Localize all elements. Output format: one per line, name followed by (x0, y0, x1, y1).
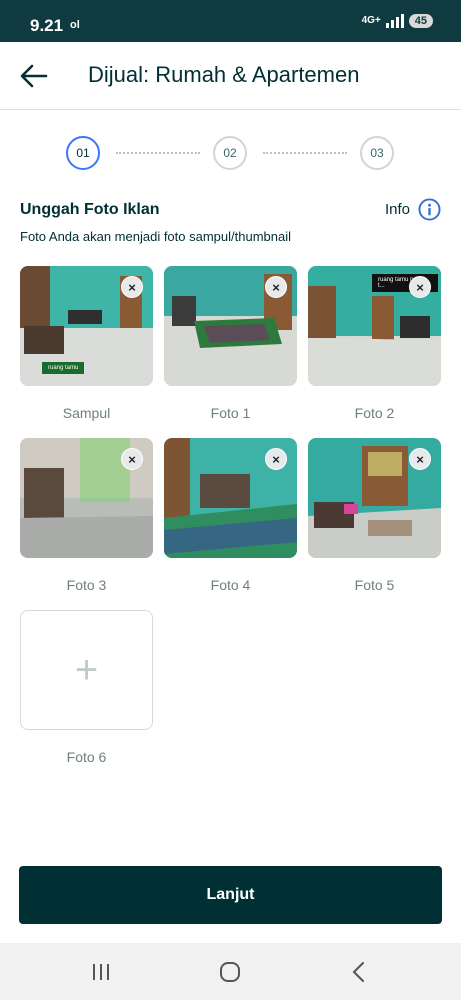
remove-photo-button[interactable]: × (265, 448, 287, 470)
network-type: 4G+ (361, 15, 381, 26)
stepper: 01 02 03 (0, 136, 461, 172)
battery-icon: 45 (408, 14, 433, 28)
photo-thumbnail[interactable]: × (164, 438, 297, 558)
close-icon: × (128, 279, 136, 295)
status-time: 9.21 (30, 16, 64, 35)
chevron-left-icon (352, 962, 364, 982)
photo-caption: Sampul (62, 405, 111, 421)
info-label: Info (384, 201, 410, 218)
step-3: 03 (360, 136, 394, 170)
photo-caption: Foto 6 (66, 749, 107, 765)
close-icon: × (128, 451, 136, 467)
info-button[interactable]: Info (385, 198, 441, 221)
step-1: 01 (66, 136, 100, 170)
app-bar: Dijual: Rumah & Apartemen (0, 42, 461, 110)
photo-caption: Foto 4 (210, 577, 251, 593)
arrow-left-icon (20, 64, 48, 88)
close-icon: × (416, 451, 424, 467)
next-button[interactable]: Lanjut (19, 866, 442, 924)
photo-thumbnail[interactable]: × (164, 266, 297, 386)
back-button[interactable] (18, 60, 50, 92)
remove-photo-button[interactable]: × (409, 448, 431, 470)
status-indicators: 4G+ 45 (362, 14, 433, 28)
system-nav-bar (0, 943, 461, 1000)
home-icon (220, 962, 240, 982)
remove-photo-button[interactable]: × (409, 276, 431, 298)
photo-caption: Foto 3 (66, 577, 107, 593)
info-icon (418, 198, 441, 221)
carrier-icon: ol (70, 19, 80, 31)
home-button[interactable] (217, 959, 243, 985)
photo-thumbnail[interactable]: × (308, 438, 441, 558)
section-title: Unggah Foto Iklan (20, 201, 160, 218)
step-connector (263, 152, 347, 154)
page-title: Dijual: Rumah & Apartemen (88, 62, 360, 87)
remove-photo-button[interactable]: × (121, 276, 143, 298)
photo-thumbnail[interactable]: × (20, 438, 153, 558)
step-connector (116, 152, 200, 154)
photo-caption: Foto 5 (354, 577, 395, 593)
recent-apps-button[interactable] (88, 959, 114, 985)
plus-icon: + (74, 648, 99, 692)
photo-thumbnail[interactable]: ruang tamu ruang t... × (308, 266, 441, 386)
section-subtitle: Foto Anda akan menjadi foto sampul/thumb… (20, 229, 292, 244)
photo-caption: Foto 2 (354, 405, 395, 421)
status-bar: 9.21 ol 4G+ 45 (0, 0, 461, 42)
next-button-label: Lanjut (206, 886, 255, 903)
photo-thumbnail[interactable]: ruang tamu × (20, 266, 153, 386)
add-photo-button[interactable]: + (20, 610, 153, 730)
remove-photo-button[interactable]: × (121, 448, 143, 470)
close-icon: × (272, 451, 280, 467)
remove-photo-button[interactable]: × (265, 276, 287, 298)
step-2: 02 (213, 136, 247, 170)
close-icon: × (272, 279, 280, 295)
signal-icon (385, 14, 404, 28)
photo-caption: Foto 1 (210, 405, 251, 421)
system-back-button[interactable] (346, 959, 372, 985)
photo-tag: ruang tamu (42, 362, 85, 374)
recent-apps-icon (93, 964, 109, 980)
close-icon: × (416, 279, 424, 295)
